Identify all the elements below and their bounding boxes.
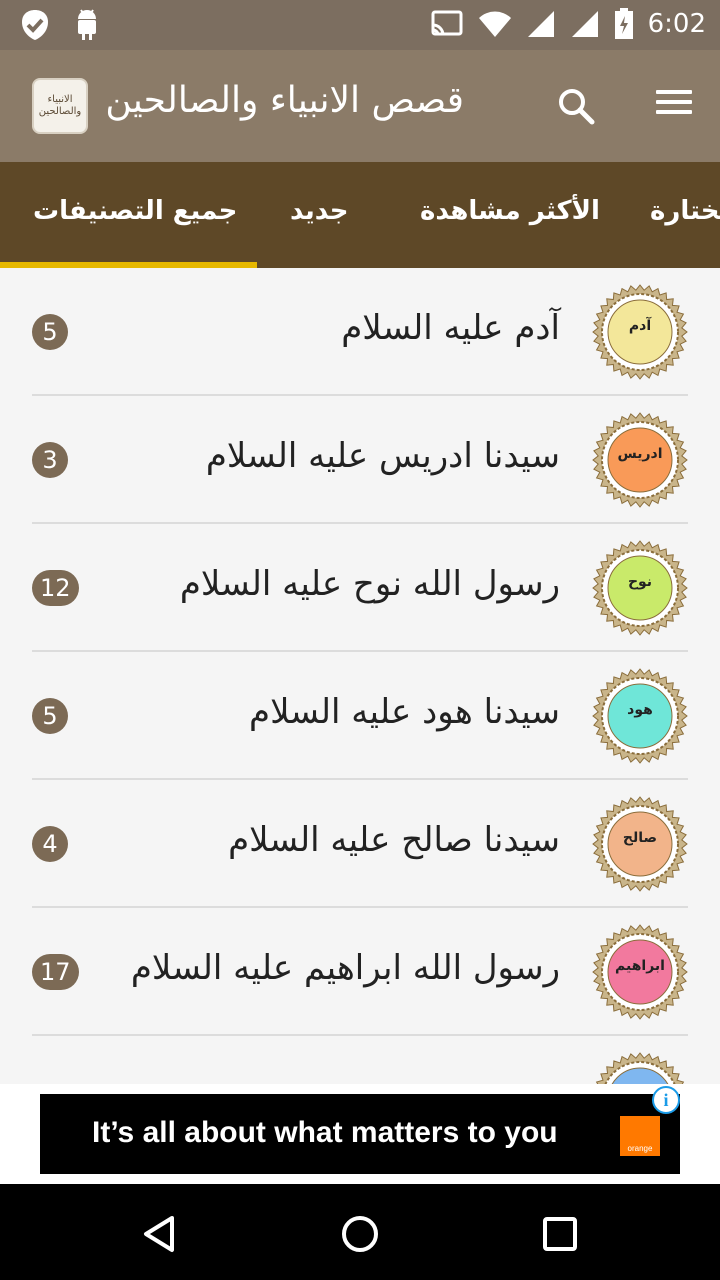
list-item-title: سيدنا صالح عليه السلام (228, 820, 560, 860)
back-button[interactable] (138, 1212, 182, 1256)
tab-selected[interactable]: مختارة (650, 196, 720, 226)
orange-logo: orange (620, 1116, 660, 1156)
ad-banner[interactable]: It’s all about what matters to you orang… (40, 1094, 680, 1174)
list-item-title: سيدنا هود عليه السلام (249, 692, 560, 732)
signal-icon (527, 11, 554, 37)
wifi-icon (478, 11, 511, 37)
tab-most-viewed[interactable]: الأكثر مشاهدة (420, 196, 600, 226)
list-item-title: رسول الله نوح عليه السلام (179, 564, 560, 604)
status-right-icons: 6:02 (430, 8, 706, 40)
medallion-label: آدم (628, 318, 652, 334)
navigation-bar (0, 1184, 720, 1280)
home-button[interactable] (338, 1212, 382, 1256)
list-item[interactable]: هود سيدنا هود عليه السلام 5 (32, 652, 688, 780)
page-title: قصص الانبياء والصالحين (105, 80, 464, 121)
count-badge: 17 (32, 954, 79, 990)
medallion-label: نوح (627, 574, 653, 590)
list-item[interactable]: نوح رسول الله نوح عليه السلام 12 (32, 524, 688, 652)
list-item[interactable]: آدم آدم عليه السلام 5 (32, 268, 688, 396)
medallion-label: هود (627, 702, 653, 718)
medallion-icon (595, 1052, 685, 1084)
count-badge: 12 (32, 570, 79, 606)
search-icon (559, 89, 595, 125)
medallion-label: صالح (622, 830, 658, 846)
cast-icon (431, 10, 463, 36)
list-item-title: سيدنا ادريس عليه السلام (205, 436, 560, 476)
list-item[interactable]: ادريس سيدنا ادريس عليه السلام 3 (32, 396, 688, 524)
ad-text: It’s all about what matters to you (92, 1116, 558, 1149)
medallion-label: ابراهيم (615, 958, 665, 974)
tab-bar: جميع التصنيفات جديد الأكثر مشاهدة مختارة (0, 162, 720, 268)
count-badge: 4 (32, 826, 68, 862)
search-button[interactable] (556, 86, 596, 126)
ad-brand: orange (627, 1144, 653, 1153)
list-item-title: آدم عليه السلام (341, 308, 560, 348)
list-item-title: رسول الله ابراهيم عليه السلام (130, 948, 560, 988)
hamburger-icon (656, 90, 692, 114)
count-badge: 3 (32, 442, 68, 478)
back-icon (144, 1216, 174, 1252)
ad-area: It’s all about what matters to you orang… (0, 1084, 720, 1184)
list-item[interactable]: صالح سيدنا صالح عليه السلام 4 (32, 780, 688, 908)
app-logo: الانبياء والصالحين (32, 78, 88, 134)
medallion-label: ادريس (617, 446, 663, 462)
prophets-list: آدم آدم عليه السلام 5 ادريس سيدنا ادريس عليه… (0, 268, 720, 1084)
list-item[interactable]: ابراهيم رسول الله ابراهيم عليه السلام 17 (32, 908, 688, 1036)
status-bar: 6:02 (0, 0, 720, 50)
check-shield-icon (22, 10, 48, 40)
app-toolbar: الانبياء والصالحين قصص الانبياء والصالحي… (0, 50, 720, 162)
recents-icon (543, 1217, 577, 1251)
battery-icon (614, 8, 633, 39)
info-icon[interactable]: i (652, 1086, 680, 1114)
status-left-icons (18, 8, 100, 42)
tab-new[interactable]: جديد (290, 196, 349, 226)
count-badge: 5 (32, 698, 68, 734)
count-badge: 5 (32, 314, 68, 350)
list-item[interactable] (32, 1036, 688, 1084)
signal-icon-2 (571, 11, 598, 37)
android-icon (78, 9, 96, 40)
tab-all-categories[interactable]: جميع التصنيفات (33, 196, 237, 226)
home-icon (342, 1216, 378, 1252)
recents-button[interactable] (538, 1212, 582, 1256)
app-logo-text: الانبياء والصالحين (38, 94, 82, 117)
status-time: 6:02 (647, 9, 706, 39)
menu-button[interactable] (656, 90, 692, 120)
